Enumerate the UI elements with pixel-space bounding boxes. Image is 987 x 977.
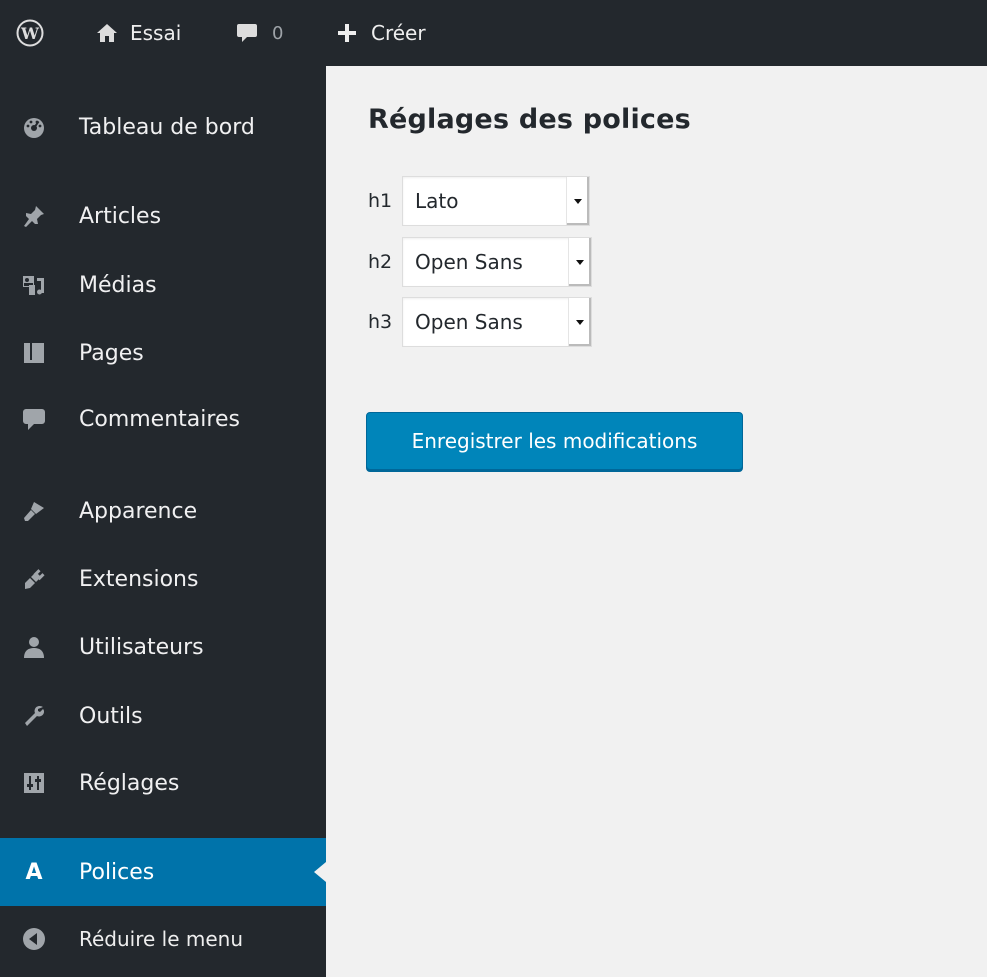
site-home-link[interactable]: Essai [96,0,181,66]
sidebar-item-comments[interactable]: Commentaires [0,388,326,450]
sidebar-item-articles[interactable]: Articles [0,185,326,247]
users-icon [22,635,46,659]
pin-icon [22,204,46,228]
sidebar-item-label: Commentaires [79,406,240,432]
collapse-menu-button[interactable]: Réduire le menu [0,908,326,970]
comment-icon [236,22,258,44]
chevron-down-icon[interactable] [568,238,591,286]
collapse-icon [22,927,46,951]
media-icon [22,273,46,297]
comments-link[interactable]: 0 [236,0,283,66]
select-value: Open Sans [415,310,523,334]
comment-icon [22,407,46,431]
sidebar-item-medias[interactable]: Médias [0,254,326,316]
row-label: h1 [368,190,393,212]
home-icon [96,23,118,43]
h1-font-select[interactable]: Lato [402,176,590,226]
sidebar-item-pages[interactable]: Pages [0,322,326,384]
h2-font-select[interactable]: Open Sans [402,237,592,287]
plus-icon [337,23,357,43]
site-name: Essai [130,21,182,45]
row-label: h2 [368,251,393,273]
sidebar-item-label: Outils [79,703,143,729]
sidebar-item-extensions[interactable]: Extensions [0,548,326,610]
h3-font-select[interactable]: Open Sans [402,297,592,347]
sidebar-item-label: Pages [79,340,144,366]
row-label: h3 [368,311,393,333]
sidebar-item-label: Utilisateurs [79,634,204,660]
admin-sidebar: Tableau de bord Articles Médias Pages Co… [0,66,326,977]
chevron-down-icon[interactable] [568,298,591,346]
sidebar-item-appearance[interactable]: Apparence [0,480,326,542]
font-row-h1: h1 Lato [368,175,590,227]
sidebar-item-polices[interactable]: A Polices [0,838,326,906]
new-content-link[interactable]: Créer [337,0,426,66]
wrench-icon [22,704,46,728]
pages-icon [22,341,46,365]
sidebar-item-label: Médias [79,272,157,298]
select-value: Open Sans [415,250,523,274]
sidebar-item-label: Articles [79,203,162,229]
font-row-h3: h3 Open Sans [368,296,592,348]
comments-count: 0 [272,22,284,44]
plugin-icon [22,567,46,591]
sidebar-item-label: Extensions [79,566,199,592]
save-button[interactable]: Enregistrer les modifications [366,412,743,470]
sidebar-item-users[interactable]: Utilisateurs [0,616,326,678]
svg-text:W: W [20,24,40,43]
sidebar-item-label: Apparence [79,498,198,524]
page-title: Réglages des polices [368,104,691,135]
admin-bar: W Essai 0 Créer [0,0,987,66]
new-label: Créer [371,21,426,45]
select-value: Lato [415,189,459,213]
collapse-menu-label: Réduire le menu [79,927,244,951]
chevron-down-icon[interactable] [566,177,589,225]
font-row-h2: h2 Open Sans [368,236,592,288]
sidebar-item-label: Réglages [79,770,180,796]
sidebar-item-tools[interactable]: Outils [0,685,326,747]
font-icon: A [25,859,43,885]
sidebar-item-label: Tableau de bord [79,114,255,140]
settings-icon [22,771,46,795]
paintbrush-icon [22,499,46,523]
current-item-arrow [314,862,326,882]
sidebar-item-label: Polices [79,859,155,885]
dashboard-icon [22,115,46,139]
sidebar-item-dashboard[interactable]: Tableau de bord [0,96,326,158]
sidebar-item-settings[interactable]: Réglages [0,752,326,814]
wordpress-logo-icon[interactable]: W [16,0,44,66]
